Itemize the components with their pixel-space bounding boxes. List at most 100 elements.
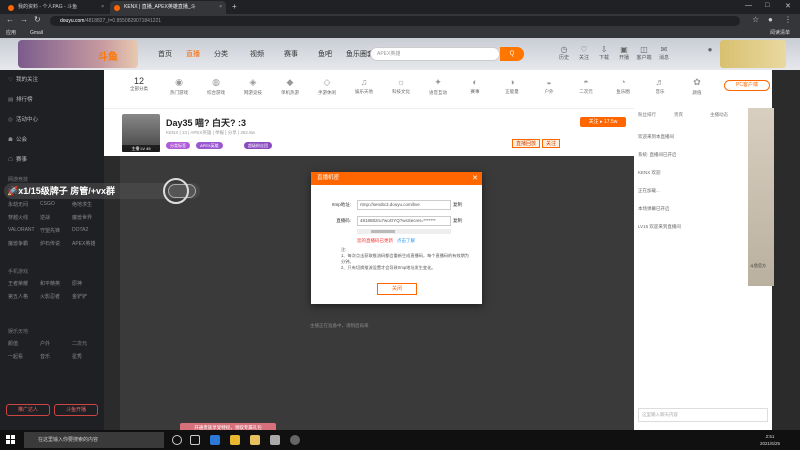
category-item[interactable]: ✦ 语音互动 [423,77,453,96]
category-item[interactable]: ◈ 网游竞技 [238,77,268,96]
url-input[interactable]: douyu.com/4818827_t=0.8550829071841221 [50,16,740,26]
sidebar-game-link[interactable]: 火影忍者 [40,293,60,300]
menu-icon[interactable]: ⋮ [784,15,792,24]
obs-icon[interactable] [290,435,300,445]
promote-button[interactable]: 推广达人 [6,404,50,416]
category-item[interactable]: ☼ 科技文化 [386,77,416,95]
sidebar-game-link[interactable]: 王者荣耀 [8,280,28,287]
broadcast-icon[interactable]: ▣ 开播 [614,45,634,61]
copy-code-button[interactable]: 复制 [453,218,462,224]
douyu-logo[interactable]: 斗鱼 [18,40,138,68]
sidebar-fun-link[interactable]: 颜值 [8,340,18,347]
extension-icon[interactable]: ☆ [752,15,759,24]
sidebar-game-link[interactable]: 逆战 [40,214,50,221]
category-item[interactable]: ◔ 鱼乐圈 [608,77,638,95]
close-icon[interactable]: ✕ [472,172,478,185]
sidebar-fun-link[interactable]: 音乐 [40,353,50,360]
chat-input[interactable]: 这里输入聊天内容 [638,408,768,422]
sidebar-game-link[interactable]: 第五人格 [8,293,28,300]
sidebar-game-link[interactable]: 绝地求生 [72,201,92,208]
bookmark-gmail[interactable]: Gmail [30,28,43,38]
category-item[interactable]: ◆ 单机热游 [275,77,305,96]
follow-icon[interactable]: ♡ 关注 [574,45,594,61]
sidebar-game-link[interactable]: 魔兽争霸 [8,240,28,247]
profile-icon[interactable]: ● [768,15,773,24]
forward-icon[interactable]: → [20,15,28,24]
reload-icon[interactable]: ↻ [34,15,41,24]
nav-category[interactable]: 分类 [214,49,228,59]
cortana-icon[interactable] [172,435,182,445]
sidebar-game-link[interactable]: APEX英雄 [72,240,95,247]
category-item[interactable]: ♬ 音乐 [645,77,675,95]
sidebar-game-link[interactable]: 永劫无间 [8,201,28,208]
sidebar-game-link[interactable]: 和平精英 [40,280,60,287]
sidebar-fun-link[interactable]: 户外 [40,340,50,347]
sidebar-game-link[interactable]: 魔兽世界 [72,214,92,221]
rtmp-field[interactable]: rtmp://sendtc3.douyu.com/live [357,200,451,210]
tab-dynamic[interactable]: 主播动态 [710,112,728,118]
room-tag[interactable]: 分类标签 [166,142,190,149]
field-scrollbar[interactable] [357,229,451,234]
close-window-icon[interactable]: ✕ [785,2,791,10]
bookmark-apps[interactable]: 应用 [6,28,16,38]
category-item[interactable]: ◉ 热门游戏 [164,77,194,96]
category-item[interactable]: ♫ 娱乐天地 [349,77,379,95]
sidebar-item-activity[interactable]: ◎ 活动中心 [8,115,38,123]
tab-fans[interactable]: 粉丝排行 [638,112,656,118]
sidebar-game-link[interactable]: 守望先锋 [40,227,60,234]
back-icon[interactable]: ← [6,15,14,24]
close-dialog-button[interactable]: 关闭 [377,283,417,295]
category-item[interactable]: ◑ 正能量 [497,77,527,95]
sidebar-game-link[interactable]: DOTA2 [72,227,88,233]
category-item[interactable]: ◐ 赛事 [460,77,490,95]
category-item[interactable]: ◇ 手游休闲 [312,77,342,96]
search-button[interactable]: Q [500,47,524,61]
scroll-thumb[interactable] [371,230,395,233]
banner-ad[interactable] [720,40,786,68]
category-item[interactable]: ◒ 户外 [534,77,564,95]
category-item[interactable]: ✿ 颜值 [682,77,712,96]
chrome-icon[interactable] [230,435,240,445]
pc-client-button[interactable]: PC客户端 [724,80,770,91]
start-broadcast-button[interactable]: 斗鱼开播 [54,404,98,416]
nav-yuba[interactable]: 鱼吧 [318,49,332,59]
stream-code-field[interactable]: 4818882ru7woOYQ?wsSecret=******* [357,216,451,226]
copy-rtmp-button[interactable]: 复制 [453,202,462,208]
close-tab-icon[interactable]: × [219,1,222,14]
sidebar-game-link[interactable]: 原神 [72,280,82,287]
sidebar-game-link[interactable]: 金铲铲 [72,293,87,300]
nav-live[interactable]: 直播 [186,49,200,59]
taskbar-search[interactable]: 在这里输入你要搜索的内容 [24,432,164,448]
client-icon[interactable]: ◫ 客户端 [634,45,654,61]
learn-more-link[interactable]: 点击了解 [397,238,415,243]
room-tag[interactable]: APEX英雄 [196,142,223,149]
sidebar-game-link[interactable]: VALORANT [8,227,35,233]
follow-tag-button[interactable]: 关注 [542,139,561,148]
app-icon[interactable] [270,435,280,445]
sidebar-game-link[interactable]: 炉石传说 [40,240,60,247]
side-ad[interactable]: 斗鱼官方 [748,108,774,286]
sidebar-item-events[interactable]: ☖ 赛事 [8,155,27,163]
tab-vip[interactable]: 贵宾 [674,112,683,118]
sidebar-item-guild[interactable]: ☗ 公会 [8,135,27,143]
category-item[interactable]: ◓ 二次元 [571,77,601,95]
follow-button[interactable]: 关注 ▸ 17.5w [580,117,626,127]
nav-video[interactable]: 视频 [250,49,264,59]
sidebar-fun-link[interactable]: 二次元 [72,340,87,347]
file-explorer-icon[interactable] [250,435,260,445]
sidebar-fun-link[interactable]: 一起看 [8,353,23,360]
task-view-icon[interactable] [190,435,200,445]
history-icon[interactable]: ◷ 历史 [554,45,574,61]
streamer-avatar[interactable]: 主播 LV 45 [122,114,160,152]
browser-tab-active[interactable]: KENX | 直播_APEX英雄直播_斗 × [110,1,226,14]
edge-icon[interactable] [210,435,220,445]
message-icon[interactable]: ✉ 消息 [654,45,674,61]
system-clock[interactable]: 2:51 2021/6/25 [752,433,788,447]
nav-home[interactable]: 首页 [158,49,172,59]
sidebar-game-link[interactable]: 穿越火线 [8,214,28,221]
sidebar-item-rank[interactable]: ▤ 排行榜 [8,95,33,103]
sidebar-game-link[interactable]: CSGO [40,201,55,207]
maximize-icon[interactable]: □ [765,2,769,9]
search-input[interactable]: APEX英雄 [370,47,500,61]
category-item[interactable]: ◍ 综合游戏 [201,77,231,96]
